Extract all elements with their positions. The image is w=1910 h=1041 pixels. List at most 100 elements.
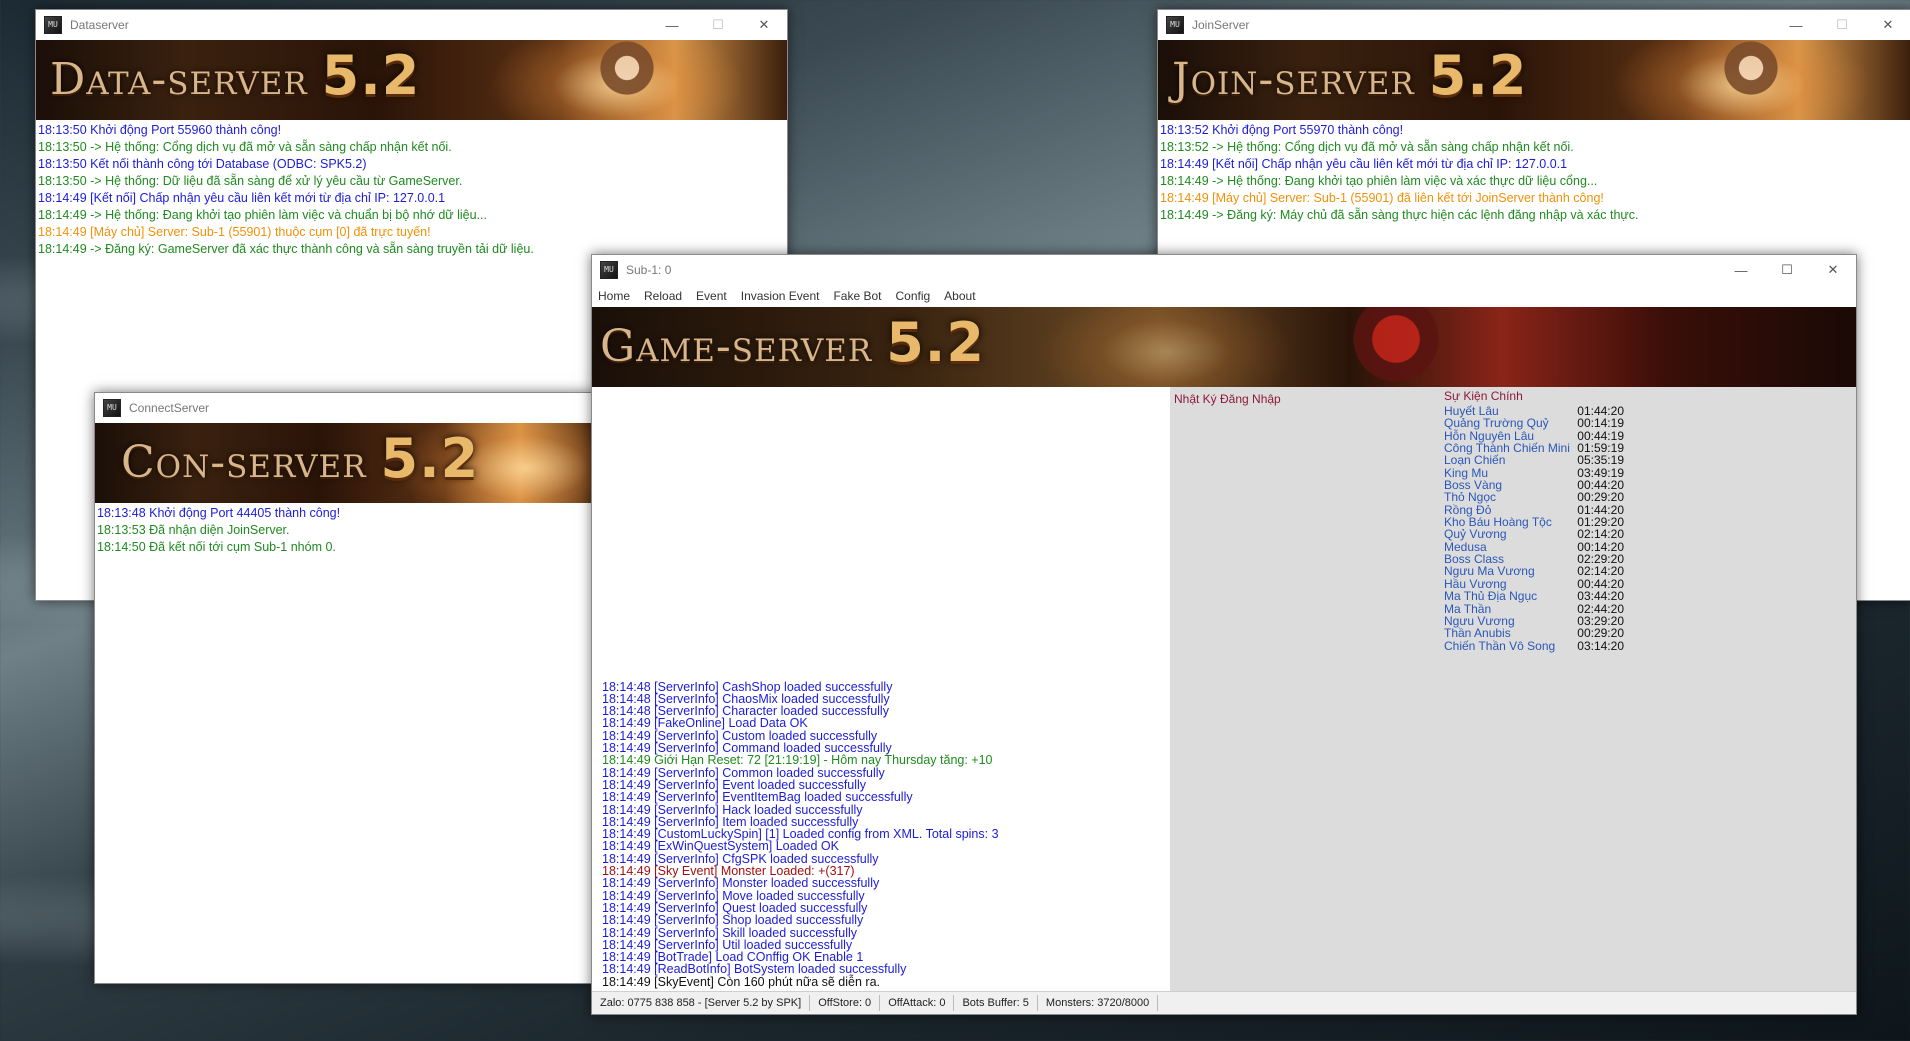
banner: Game-server 5.2 — [592, 307, 1856, 387]
log-line: 18:13:48 Khởi động Port 44405 thành công… — [97, 506, 341, 520]
menu-reload[interactable]: Reload — [644, 289, 682, 303]
event-row: Loạn Chiến 05:35:19 — [1444, 453, 1624, 468]
character-art — [1711, 40, 1791, 120]
minimize-icon[interactable]: — — [649, 10, 695, 40]
log-line: 18:13:53 Đã nhận diện JoinServer. — [97, 523, 290, 537]
log-line: 18:13:52 -> Hệ thống: Cổng dịch vụ đã mở… — [1160, 140, 1574, 154]
event-time: 00:14:19 — [1577, 416, 1624, 431]
close-icon[interactable]: ✕ — [1810, 255, 1856, 285]
status-bar: Zalo: 0775 838 858 - [Server 5.2 by SPK]… — [592, 991, 1856, 1014]
event-time: 03:14:20 — [1577, 638, 1624, 653]
log-line: 18:13:52 Khởi động Port 55970 thành công… — [1160, 123, 1404, 137]
banner-title: Data-server — [50, 54, 308, 105]
log-pane[interactable]: 18:13:50 Khởi động Port 55960 thành công… — [36, 120, 787, 260]
event-row: Ma Thần 02:44:20 — [1444, 601, 1624, 616]
minimize-icon[interactable]: — — [1718, 255, 1764, 285]
titlebar[interactable]: MU Sub-1: 0 — ☐ ✕ — [592, 255, 1856, 285]
banner: Con-server 5.2 — [95, 423, 595, 503]
log-line: 18:13:50 Kết nối thành công tới Database… — [38, 157, 367, 171]
banner-version: 5.2 — [1428, 44, 1528, 107]
connectserver-window[interactable]: MU ConnectServer Con-server 5.2 18:13:48 … — [94, 392, 596, 984]
log-line: 18:14:49 [ServerInfo] Monster loaded suc… — [602, 876, 880, 891]
menu-fake-bot[interactable]: Fake Bot — [833, 289, 881, 303]
status-monsters: Monsters: 3720/8000 — [1038, 995, 1159, 1011]
event-row: Thỏ Ngọc 00:29:20 — [1444, 490, 1624, 505]
event-name: Ma Thần — [1444, 601, 1492, 616]
mu-app-icon: MU — [103, 399, 121, 417]
status-contact: Zalo: 0775 838 858 - [Server 5.2 by SPK] — [592, 995, 811, 1011]
events-panel: Sự Kiện Chính Huyết Lâu 01:44:20 Quảng Trư… — [1444, 389, 1624, 652]
log-line: 18:14:49 -> Hệ thống: Đang khởi tạo phiê… — [38, 208, 487, 222]
log-line: 18:14:49 [FakeOnline] Load Data OK — [602, 716, 808, 731]
maximize-icon[interactable]: ☐ — [695, 10, 741, 40]
log-line: 18:13:50 Khởi động Port 55960 thành công… — [38, 123, 282, 137]
banner: Data-server 5.2 — [36, 40, 787, 120]
log-line: 18:14:49 [SkyEvent] Còn 160 phút nữa sẽ … — [602, 974, 880, 989]
menu-invasion-event[interactable]: Invasion Event — [741, 289, 820, 303]
log-pane[interactable]: 18:13:52 Khởi động Port 55970 thành công… — [1158, 120, 1910, 226]
event-list: Huyết Lâu 01:44:20 Quảng Trường Quỷ 00:14:1… — [1444, 405, 1624, 652]
event-time: 00:29:20 — [1577, 490, 1624, 505]
titlebar[interactable]: MU Dataserver — ☐ ✕ — [36, 10, 787, 40]
server-log: 18:14:48 [ServerInfo] CashShop loaded su… — [600, 679, 1001, 990]
event-row: Quảng Trường Quỷ 00:14:19 — [1444, 416, 1624, 431]
event-time: 03:44:20 — [1577, 589, 1624, 604]
status-offattack: OffAttack: 0 — [880, 995, 955, 1011]
gameserver-window[interactable]: MU Sub-1: 0 — ☐ ✕ Home Reload Event Inva… — [591, 254, 1857, 1015]
event-name: Thần Anubis — [1444, 626, 1511, 641]
event-time: 05:35:19 — [1577, 453, 1624, 468]
menu-home[interactable]: Home — [598, 289, 630, 303]
event-time: 02:14:20 — [1577, 527, 1624, 542]
log-line: 18:14:49 -> Hệ thống: Đang khởi tạo phiê… — [1160, 174, 1598, 188]
window-title: ConnectServer — [129, 401, 210, 415]
mu-app-icon: MU — [1166, 16, 1184, 34]
banner-title: Game-server — [600, 321, 873, 372]
minimize-icon[interactable]: — — [1773, 10, 1819, 40]
close-icon[interactable]: ✕ — [741, 10, 787, 40]
close-icon[interactable]: ✕ — [1865, 10, 1910, 40]
menu-bar: Home Reload Event Invasion Event Fake Bo… — [592, 285, 1856, 307]
event-row: Chiến Thần Vô Song 03:14:20 — [1444, 638, 1624, 653]
banner: Join-server 5.2 — [1158, 40, 1910, 120]
log-line: 18:13:50 -> Hệ thống: Cổng dịch vụ đã mở… — [38, 140, 452, 154]
maximize-icon[interactable]: ☐ — [1819, 10, 1865, 40]
window-title: Sub-1: 0 — [626, 263, 672, 277]
log-line: 18:14:50 Đã kết nối tới cụm Sub-1 nhóm 0… — [97, 540, 336, 554]
log-line: 18:14:49 [Máy chủ] Server: Sub-1 (55901)… — [38, 225, 431, 239]
status-bots-buffer: Bots Buffer: 5 — [954, 995, 1038, 1011]
menu-about[interactable]: About — [944, 289, 975, 303]
titlebar[interactable]: MU ConnectServer — [95, 393, 595, 423]
log-line: 18:14:49 Giới Hạn Reset: 72 [21:19:19] -… — [602, 753, 993, 768]
log-line: 18:14:49 [Kết nối] Chấp nhận yêu cầu liê… — [38, 191, 446, 205]
log-line: 18:14:49 [ServerInfo] Shop loaded succes… — [602, 913, 864, 928]
log-line: 18:13:50 -> Hệ thống: Dữ liệu đã sẵn sàn… — [38, 174, 463, 188]
banner-title: Join-server — [1172, 54, 1415, 105]
menu-event[interactable]: Event — [696, 289, 727, 303]
maximize-icon[interactable]: ☐ — [1764, 255, 1810, 285]
events-title: Sự Kiện Chính — [1444, 389, 1523, 403]
event-name: Loạn Chiến — [1444, 453, 1506, 468]
event-name: Quỷ Vương — [1444, 527, 1507, 542]
event-name: Thỏ Ngọc — [1444, 490, 1497, 505]
event-time: 02:14:20 — [1577, 564, 1624, 579]
event-name: Quảng Trường Quỷ — [1444, 416, 1549, 431]
log-line: 18:14:49 [ServerInfo] Skill loaded succe… — [602, 925, 857, 940]
status-offstore: OffStore: 0 — [810, 995, 881, 1011]
log-line: 18:14:49 [ReadBotInfo] BotSystem loaded … — [602, 962, 907, 977]
menu-config[interactable]: Config — [895, 289, 930, 303]
log-line: 18:14:49 -> Đăng ký: Máy chủ đã sẵn sàng… — [1160, 208, 1639, 222]
event-name: Ma Thủ Địa Ngục — [1444, 589, 1538, 604]
character-art — [587, 40, 667, 120]
right-panel: Nhật Ký Đăng Nhập Sự Kiện Chính Huyết Lâ… — [1170, 387, 1856, 992]
log-pane[interactable]: 18:13:48 Khởi động Port 44405 thành công… — [95, 503, 595, 558]
log-line: 18:14:49 [ServerInfo] Hack loaded succes… — [602, 802, 863, 817]
log-line: 18:14:49 [ExWinQuestSystem] Loaded OK — [602, 839, 839, 854]
window-title: JoinServer — [1192, 18, 1250, 32]
server-log-pane[interactable]: 18:14:48 [ServerInfo] CashShop loaded su… — [592, 387, 1170, 992]
titlebar[interactable]: MU JoinServer — ☐ ✕ — [1158, 10, 1910, 40]
event-row: Ngưu Ma Vương 02:14:20 — [1444, 564, 1624, 579]
mu-app-icon: MU — [44, 16, 62, 34]
event-row: Quỷ Vương 02:14:20 — [1444, 527, 1624, 542]
event-name: Ngưu Ma Vương — [1444, 564, 1535, 579]
event-time: 00:29:20 — [1577, 626, 1624, 641]
